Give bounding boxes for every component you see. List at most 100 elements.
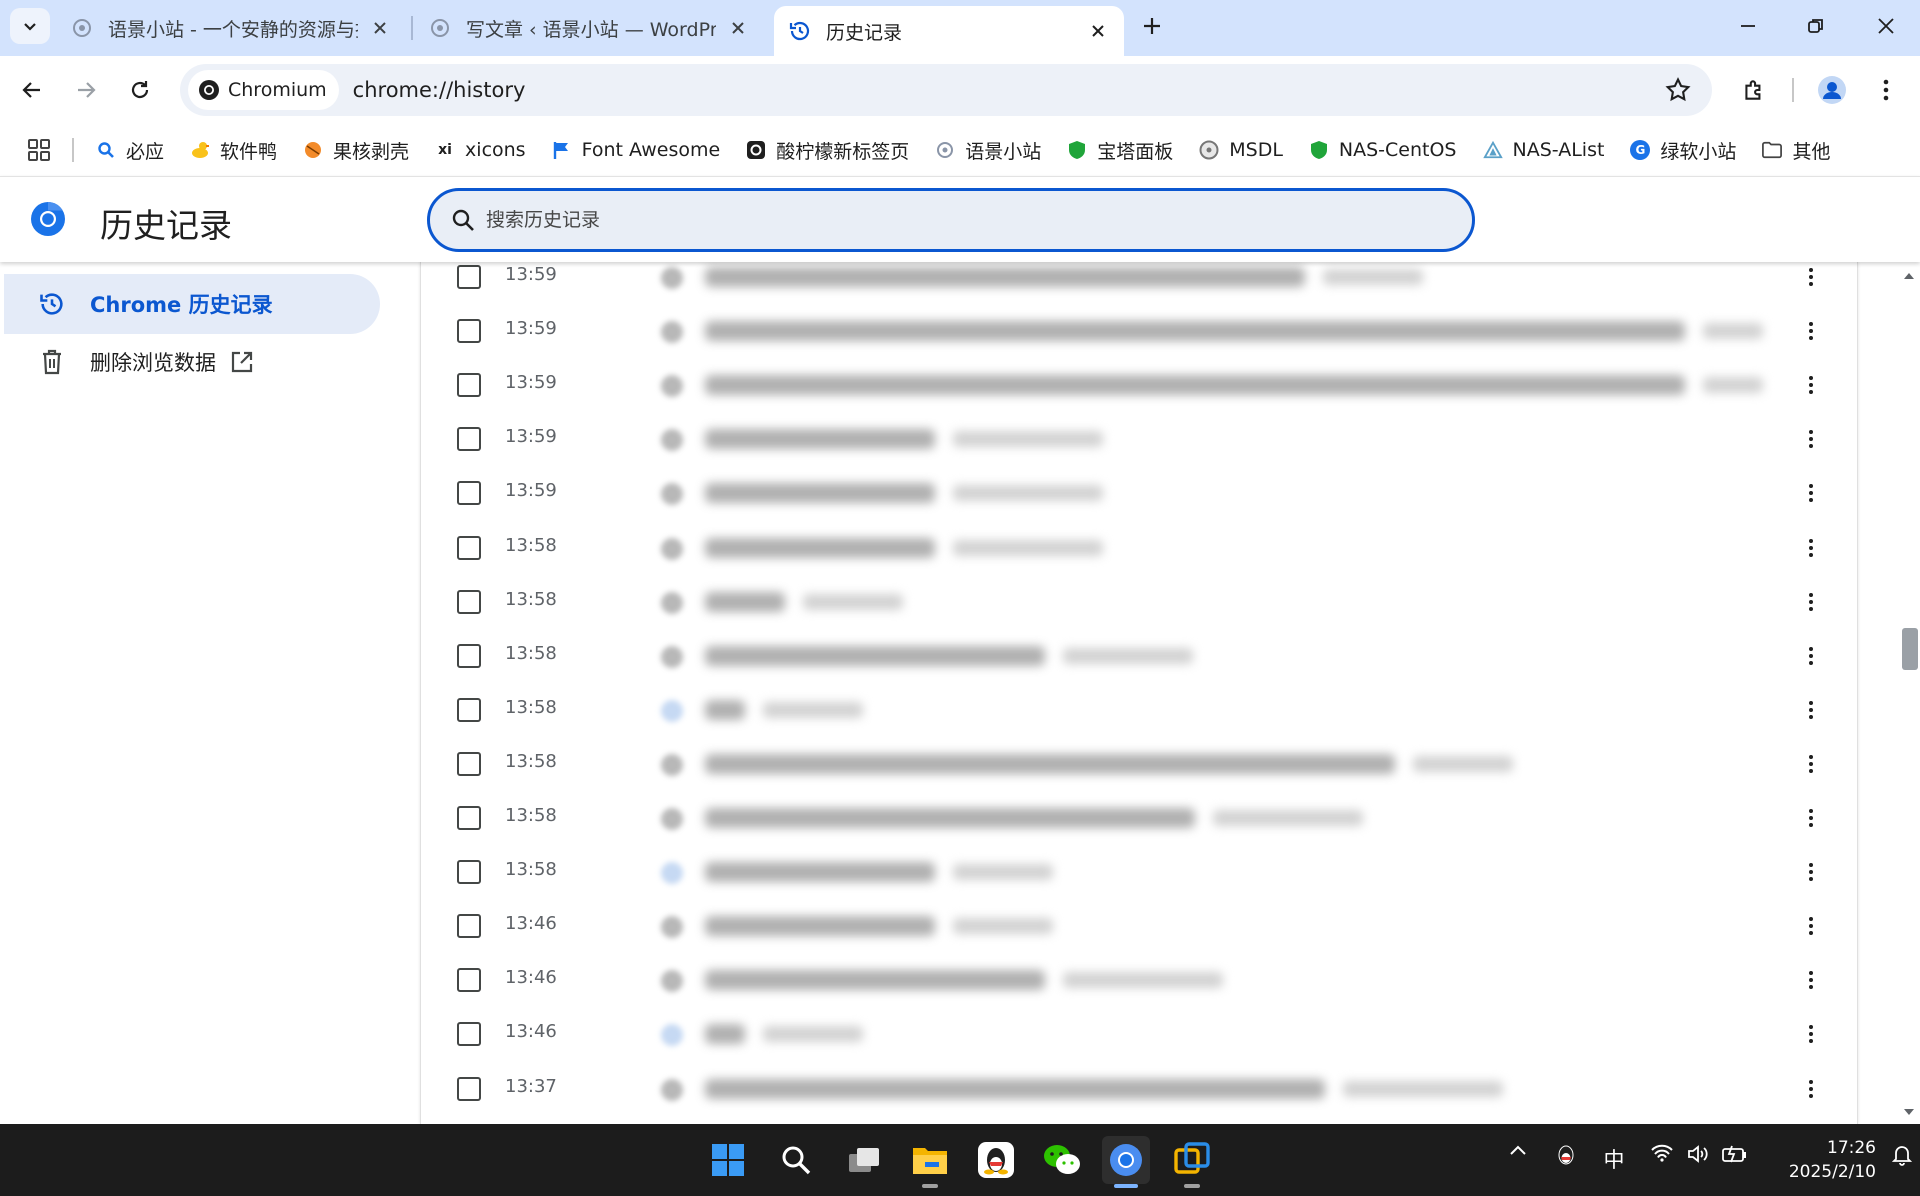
page-title-link[interactable] [705,429,935,450]
tab-search-button[interactable] [10,8,50,44]
history-row[interactable]: 13:46 [421,899,1857,953]
notification-bell-icon[interactable] [1890,1144,1914,1166]
taskbar-search-button[interactable] [772,1136,820,1184]
bookmark-baota[interactable]: 宝塔面板 [1067,137,1173,164]
bookmark-lemon-newtab[interactable]: 酸柠檬新标签页 [746,137,909,164]
row-checkbox[interactable] [457,1076,481,1101]
row-actions-button[interactable] [1797,588,1825,616]
row-actions-button[interactable] [1797,1020,1825,1048]
apps-button[interactable] [26,137,52,163]
row-actions-button[interactable] [1797,858,1825,886]
page-title-link[interactable] [705,267,1305,287]
history-row[interactable]: 13:59 [421,262,1857,304]
sidebar-item-clear-data[interactable]: 删除浏览数据 [4,332,380,392]
history-row[interactable]: 13:58 [421,791,1857,845]
row-actions-button[interactable] [1797,317,1825,345]
page-title-link[interactable] [705,753,1395,774]
bookmark-nas-centos[interactable]: NAS-CentOS [1309,139,1457,161]
close-icon[interactable] [1086,19,1110,43]
history-row[interactable]: 13:58 [421,845,1857,899]
sidebar-item-chrome-history[interactable]: Chrome 历史记录 [4,274,380,334]
row-actions-button[interactable] [1797,479,1825,507]
new-tab-button[interactable] [1136,10,1168,42]
history-row[interactable]: 13:46 [421,1007,1857,1061]
row-actions-button[interactable] [1797,1075,1825,1103]
forward-button[interactable] [66,70,106,110]
scrollbar[interactable] [1898,262,1920,1124]
bookmark-star-icon[interactable] [1664,76,1692,108]
row-actions-button[interactable] [1797,804,1825,832]
close-icon[interactable] [368,16,392,40]
page-title-link[interactable] [705,483,935,504]
row-actions-button[interactable] [1797,263,1825,291]
history-row[interactable]: 13:59 [421,358,1857,412]
address-bar[interactable]: Chromium chrome://history [180,64,1712,116]
history-row[interactable]: 13:59 [421,466,1857,520]
row-actions-button[interactable] [1797,425,1825,453]
profile-button[interactable] [1812,70,1852,110]
bookmark-nas-alist[interactable]: NAS-AList [1482,139,1604,161]
history-row[interactable]: 13:59 [421,304,1857,358]
page-title-link[interactable] [705,321,1685,342]
scrollbar-thumb[interactable] [1902,628,1918,670]
row-checkbox[interactable] [457,589,481,614]
row-checkbox[interactable] [457,643,481,668]
start-button[interactable] [704,1136,752,1184]
search-input[interactable] [486,209,1386,231]
restore-button[interactable] [1782,0,1850,52]
wifi-icon[interactable] [1648,1144,1676,1162]
bookmark-lvruan[interactable]: G 绿软小站 [1630,137,1736,164]
page-title-link[interactable] [705,862,935,883]
show-hidden-icons-button[interactable] [1504,1144,1532,1156]
tab-write-article[interactable]: 写文章 ‹ 语景小站 — WordPre [414,6,764,50]
page-title-link[interactable] [705,1024,745,1045]
bookmark-font-awesome[interactable]: Font Awesome [552,139,720,161]
history-row[interactable]: 13:58 [421,575,1857,629]
task-view-button[interactable] [840,1136,888,1184]
row-actions-button[interactable] [1797,750,1825,778]
site-info-chip[interactable]: Chromium [188,70,339,110]
page-title-link[interactable] [705,970,1045,991]
row-checkbox[interactable] [457,319,481,344]
url-text[interactable]: chrome://history [353,78,526,102]
bookmark-xicons[interactable]: xi xicons [435,139,525,161]
system-clock[interactable]: 17:26 2025/2/10 [1770,1136,1876,1184]
history-row[interactable]: 13:58 [421,737,1857,791]
close-window-button[interactable] [1852,0,1920,52]
row-checkbox[interactable] [457,860,481,885]
history-row[interactable]: 13:58 [421,683,1857,737]
row-checkbox[interactable] [457,481,481,506]
row-actions-button[interactable] [1797,696,1825,724]
row-checkbox[interactable] [457,1022,481,1047]
page-title-link[interactable] [705,537,935,558]
row-checkbox[interactable] [457,751,481,776]
page-title-link[interactable] [705,591,785,612]
row-actions-button[interactable] [1797,371,1825,399]
tray-qq-icon[interactable] [1552,1144,1580,1168]
row-checkbox[interactable] [457,535,481,560]
bookmark-folder-other[interactable]: 其他 [1762,137,1830,164]
row-actions-button[interactable] [1797,966,1825,994]
row-checkbox[interactable] [457,697,481,722]
row-actions-button[interactable] [1797,642,1825,670]
bookmark-guohe[interactable]: 果核剥壳 [303,137,409,164]
wechat-button[interactable] [1038,1136,1086,1184]
row-checkbox[interactable] [457,914,481,939]
scroll-down-arrow-icon[interactable] [1902,1106,1916,1118]
network-app-button[interactable] [1168,1136,1216,1188]
qq-button[interactable] [972,1136,1020,1184]
history-row[interactable]: 13:46 [421,953,1857,1007]
page-title-link[interactable] [705,645,1045,666]
page-title-link[interactable] [705,699,745,720]
row-checkbox[interactable] [457,968,481,993]
history-row[interactable]: 13:37 [421,1062,1857,1116]
row-checkbox[interactable] [457,265,481,289]
close-icon[interactable] [726,16,750,40]
page-title-link[interactable] [705,1078,1325,1099]
bookmark-ruanjianya[interactable]: 软件鸭 [190,137,277,164]
page-title-link[interactable] [705,808,1195,828]
extensions-button[interactable] [1734,70,1774,110]
row-checkbox[interactable] [457,806,481,830]
battery-icon[interactable] [1720,1144,1750,1164]
history-row[interactable]: 13:59 [421,412,1857,466]
